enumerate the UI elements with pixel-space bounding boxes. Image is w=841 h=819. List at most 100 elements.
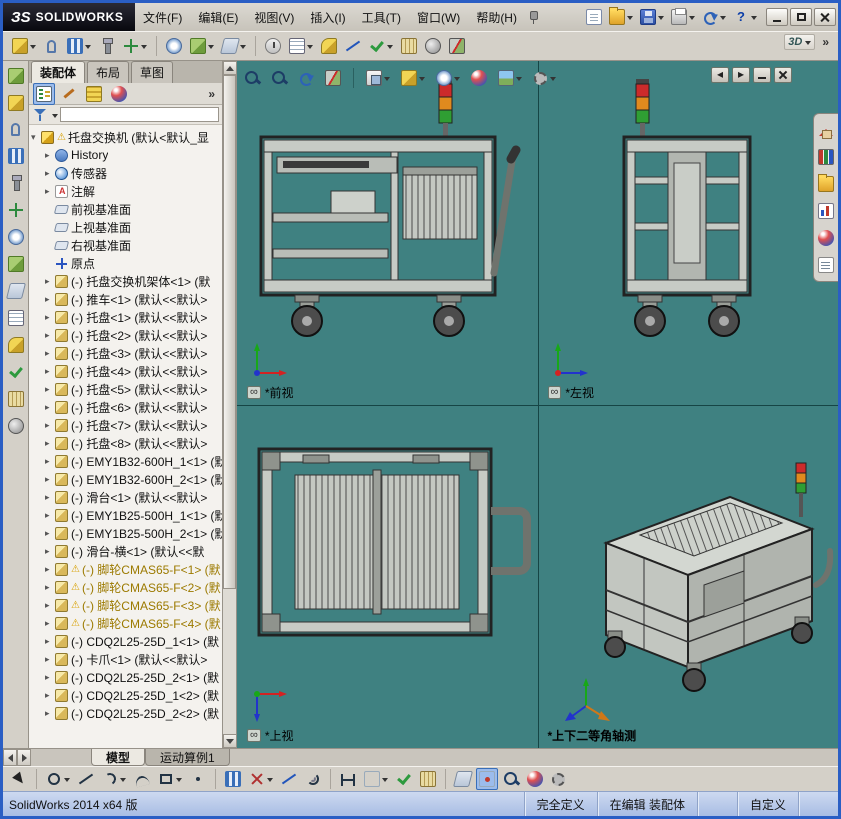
expand-arrow-icon[interactable]: [45, 654, 55, 665]
tree-item[interactable]: (-) 滑台<1> (默认<<默认>: [29, 488, 222, 506]
appearance-button[interactable]: [524, 768, 546, 790]
interference-detection-button[interactable]: [366, 35, 396, 57]
settings-button[interactable]: [548, 769, 569, 790]
expand-arrow-icon[interactable]: [45, 384, 55, 395]
tree-item[interactable]: (-) 托盘<1> (默认<<默认>: [29, 308, 222, 326]
custom-properties-tab[interactable]: [816, 255, 836, 275]
propertymanager-tab[interactable]: [58, 83, 80, 105]
previous-view-button[interactable]: [295, 67, 317, 89]
mass-properties-button[interactable]: [5, 415, 27, 437]
reference-geometry-button[interactable]: [219, 35, 249, 57]
expand-arrow-icon[interactable]: [45, 402, 55, 413]
show-hidden-components-button[interactable]: [5, 226, 27, 248]
new-document-button[interactable]: [583, 6, 605, 28]
point-button[interactable]: [187, 768, 209, 790]
view-palette-tab[interactable]: [816, 201, 836, 221]
print-button[interactable]: [668, 6, 698, 28]
view-orientation-button[interactable]: [363, 67, 393, 89]
tab-scroll-right-button[interactable]: [17, 749, 31, 766]
smart-fasteners-button[interactable]: [5, 172, 27, 194]
select-button[interactable]: [8, 768, 30, 790]
zoom-area-button[interactable]: [268, 67, 290, 89]
tree-item[interactable]: (-) 托盘<2> (默认<<默认>: [29, 326, 222, 344]
dock-left-button[interactable]: [711, 67, 729, 83]
expand-arrow-icon[interactable]: [45, 672, 55, 683]
filter-icon[interactable]: [32, 107, 48, 123]
expand-arrow-icon[interactable]: [45, 618, 55, 629]
reference-geometry-button[interactable]: [5, 280, 27, 302]
circle-button[interactable]: [43, 768, 73, 790]
dock-right-button[interactable]: [732, 67, 750, 83]
menu-item[interactable]: 窗口(W): [409, 3, 468, 31]
rectangle-button[interactable]: [155, 768, 185, 790]
tree-item[interactable]: (-) 托盘<3> (默认<<默认>: [29, 344, 222, 362]
expand-arrow-icon[interactable]: [45, 636, 55, 647]
assembly-features-button[interactable]: [187, 35, 217, 57]
menu-item[interactable]: 插入(I): [302, 3, 353, 31]
measure-button[interactable]: [417, 768, 439, 790]
zoom-fit-button[interactable]: [241, 67, 263, 89]
expand-arrow-icon[interactable]: [45, 690, 55, 701]
tree-item[interactable]: 右视基准面: [29, 236, 222, 254]
configurationmanager-tab[interactable]: [83, 83, 105, 105]
quick-snaps-button[interactable]: [476, 768, 498, 790]
solidworks-resources-tab[interactable]: [816, 120, 836, 140]
tree-item[interactable]: (-) EMY1B32-600H_1<1> (默: [29, 452, 222, 470]
panel-tab[interactable]: 装配体: [31, 61, 85, 83]
tree-item[interactable]: (-) CDQ2L25-25D_1<1> (默: [29, 632, 222, 650]
appearances-tab[interactable]: [816, 228, 836, 248]
3d-views-button[interactable]: 3D: [784, 34, 815, 50]
mate-button[interactable]: [5, 119, 26, 140]
front-view[interactable]: ∞ *前视: [237, 61, 538, 405]
move-component-button[interactable]: [120, 35, 150, 57]
panel-tab[interactable]: 布局: [87, 61, 129, 83]
smart-dimension-button[interactable]: [337, 768, 359, 790]
panel-tab[interactable]: 草图: [131, 61, 173, 83]
filter-caret[interactable]: [52, 114, 58, 121]
line-button[interactable]: [75, 768, 97, 790]
menu-item[interactable]: 帮助(H): [468, 3, 525, 31]
top-view[interactable]: ∞ *上视: [237, 405, 538, 749]
interference-detection-button[interactable]: [5, 361, 27, 383]
tree-item[interactable]: History: [29, 146, 222, 164]
scrollbar-track[interactable]: [223, 75, 236, 734]
show-hidden-components-button[interactable]: [163, 35, 185, 57]
tree-item[interactable]: (-) 托盘<5> (默认<<默认>: [29, 380, 222, 398]
move-component-button[interactable]: [5, 199, 27, 221]
insert-components-button[interactable]: [5, 92, 27, 114]
maximize-button[interactable]: [790, 8, 812, 26]
open-button[interactable]: [606, 6, 636, 28]
expand-arrow-icon[interactable]: [45, 474, 55, 485]
tree-item[interactable]: (-) CDQ2L25-25D_1<2> (默: [29, 686, 222, 704]
bill-of-materials-button[interactable]: [5, 307, 27, 329]
tree-item[interactable]: (-) 脚轮CMAS65-F<1> (默: [29, 560, 222, 578]
expand-arrow-icon[interactable]: [45, 150, 55, 161]
exploded-view-button[interactable]: [318, 35, 340, 57]
assembly-features-button[interactable]: [5, 253, 27, 275]
expand-arrow-icon[interactable]: [45, 492, 55, 503]
display-style-button[interactable]: [398, 67, 428, 89]
expand-arrow-icon[interactable]: [45, 582, 55, 593]
tree-item[interactable]: 传感器: [29, 164, 222, 182]
expand-arrow-icon[interactable]: [45, 186, 55, 197]
tab-scroll-left-button[interactable]: [3, 749, 17, 766]
menu-item[interactable]: 工具(T): [354, 3, 409, 31]
edit-component-button[interactable]: [5, 65, 27, 87]
tree-item[interactable]: (-) 托盘<7> (默认<<默认>: [29, 416, 222, 434]
viewport-minimize-button[interactable]: [753, 67, 771, 83]
linear-component-pattern-button[interactable]: [64, 35, 94, 57]
tree-item[interactable]: 原点: [29, 254, 222, 272]
help-button[interactable]: [730, 6, 760, 28]
expand-arrow-icon[interactable]: [45, 438, 55, 449]
tree-item[interactable]: 前视基准面: [29, 200, 222, 218]
tree-item[interactable]: 托盘交换机 (默认<默认_显: [29, 128, 222, 146]
isometric-view[interactable]: *上下二等角轴测: [538, 405, 839, 749]
tree-item[interactable]: (-) EMY1B32-600H_2<1> (默: [29, 470, 222, 488]
graphics-area[interactable]: ∞ *前视: [237, 61, 838, 748]
filter-input[interactable]: [60, 107, 219, 122]
zoom-button[interactable]: [500, 768, 522, 790]
expand-arrow-icon[interactable]: [45, 420, 55, 431]
document-tab[interactable]: 模型: [91, 749, 145, 766]
panel-overflow-chevron[interactable]: »: [205, 87, 218, 101]
explode-line-sketch-button[interactable]: [342, 35, 364, 57]
